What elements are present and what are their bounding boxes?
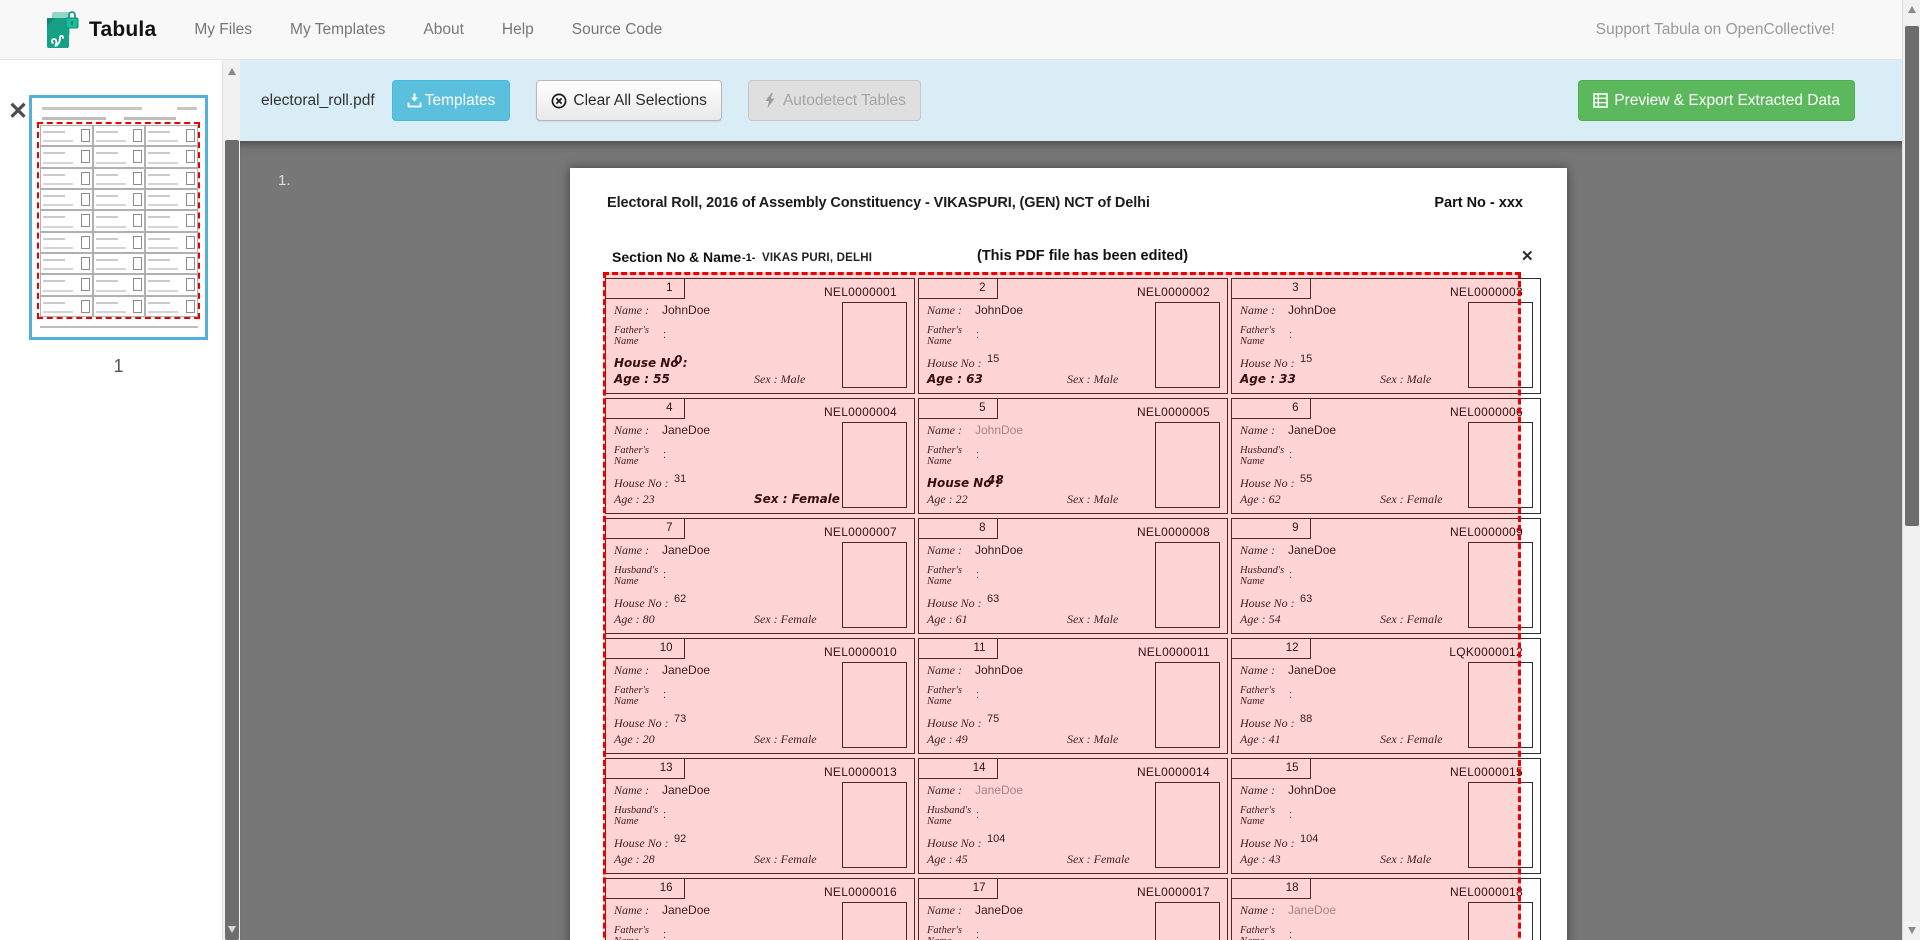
thumb-edited-bar [124, 117, 176, 120]
export-button[interactable]: Preview & Export Extracted Data [1578, 80, 1855, 121]
nav-item-my-files[interactable]: My Files [194, 21, 252, 39]
nav-item-my-templates[interactable]: My Templates [290, 21, 385, 39]
templates-label: Templates [425, 92, 496, 110]
pdf-part-no: Part No - xxx [1434, 195, 1523, 211]
remove-circle-icon [551, 93, 567, 109]
lightning-icon [763, 93, 777, 108]
page-marker: 1. [278, 172, 291, 189]
clear-selections-label: Clear All Selections [573, 92, 707, 110]
toolbar: electoral_roll.pdf Templates Clear All S… [240, 60, 1902, 141]
brand-name[interactable]: Tabula [89, 18, 156, 42]
thumbnail-page-number: 1 [29, 356, 208, 377]
table-icon [1593, 93, 1608, 108]
section-number: -1- [742, 252, 755, 264]
page-scroll-up-arrow[interactable] [1908, 6, 1916, 13]
nav-items: My Files My Templates About Help Source Code [156, 21, 662, 39]
tabula-logo-icon [44, 10, 80, 50]
thumb-footer-bar [40, 326, 198, 328]
page-scrollbar-thumb[interactable] [1905, 26, 1919, 526]
section-label: Section No & Name [612, 249, 741, 265]
page-scrollbar[interactable] [1902, 0, 1920, 940]
pdf-title: Electoral Roll, 2016 of Assembly Constit… [607, 195, 1150, 211]
brand[interactable]: Tabula [44, 10, 156, 50]
autodetect-tables-label: Autodetect Tables [783, 92, 906, 110]
filename: electoral_roll.pdf [261, 92, 375, 110]
workspace: 1. Electoral Roll, 2016 of Assembly Cons… [240, 141, 1902, 940]
scroll-down-arrow[interactable] [228, 926, 236, 933]
nav-item-source-code[interactable]: Source Code [572, 21, 662, 39]
selection-overlay[interactable] [603, 272, 1521, 940]
thumb-part-bar [177, 107, 197, 110]
navbar: Tabula My Files My Templates About Help Sour… [0, 0, 1902, 60]
templates-button[interactable]: Templates [392, 80, 511, 121]
support-link[interactable]: Support Tabula on OpenCollective! [1596, 21, 1835, 39]
selection-close-button[interactable]: ✕ [1521, 249, 1534, 264]
save-icon [407, 93, 422, 108]
page-thumbnail[interactable] [29, 95, 208, 340]
thumb-section-bar [42, 117, 106, 120]
sidebar-scrollbar[interactable] [222, 60, 240, 940]
sidebar: ✕ 1 [0, 60, 240, 940]
nav-item-about[interactable]: About [423, 21, 464, 39]
export-label: Preview & Export Extracted Data [1614, 92, 1840, 110]
pdf-page[interactable]: Electoral Roll, 2016 of Assembly Constit… [570, 168, 1567, 940]
nav-item-help[interactable]: Help [502, 21, 534, 39]
page-scroll-down-arrow[interactable] [1908, 927, 1916, 934]
thumb-title-bar [42, 107, 142, 110]
autodetect-tables-button[interactable]: Autodetect Tables [748, 80, 921, 121]
scroll-up-arrow[interactable] [228, 68, 236, 75]
section-value: VIKAS PURI, DELHI [762, 252, 872, 264]
thumbnail-close-button[interactable]: ✕ [8, 100, 28, 124]
edited-note: (This PDF file has been edited) [977, 248, 1188, 264]
sidebar-scrollbar-thumb[interactable] [225, 140, 239, 940]
clear-selections-button[interactable]: Clear All Selections [536, 80, 722, 121]
thumb-selection [37, 122, 200, 319]
